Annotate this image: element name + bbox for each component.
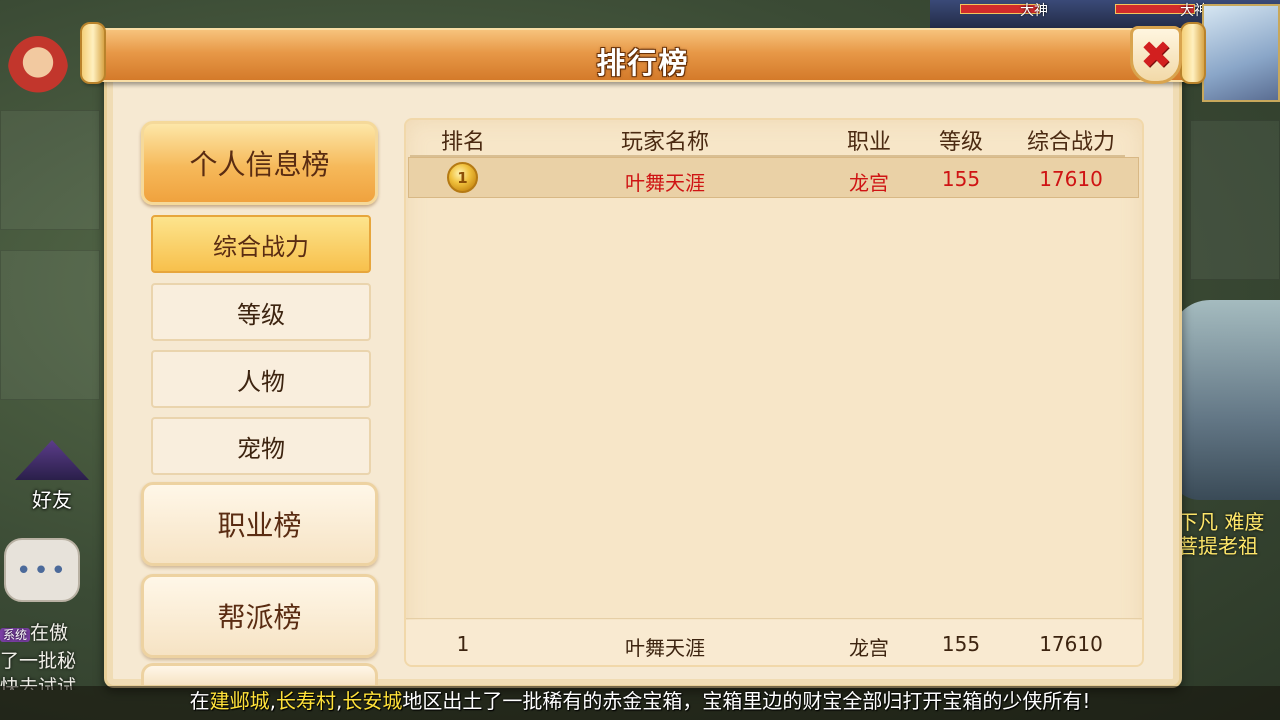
column-header-rank: 排名	[440, 130, 485, 155]
scene-tile	[1190, 120, 1280, 280]
row-profession: 龙宫	[849, 171, 889, 195]
subtab-combat-power[interactable]: 综合战力	[151, 215, 371, 273]
my-profession: 龙宫	[849, 636, 889, 660]
subtab-character[interactable]: 人物	[151, 350, 371, 408]
row-combat-power: 17610	[1039, 167, 1103, 191]
nav-category-guild[interactable]: 帮派榜	[141, 574, 378, 658]
location-link-changshou[interactable]: 长寿村	[276, 689, 336, 713]
my-player-name: 叶舞天涯	[625, 636, 705, 660]
teammate-portrait[interactable]	[1202, 4, 1280, 102]
nav-category-personal[interactable]: 个人信息榜	[141, 121, 378, 205]
caishen-avatar-icon[interactable]	[8, 36, 68, 102]
location-link-jianye[interactable]: 建邺城	[210, 689, 270, 713]
row-level: 155	[941, 167, 981, 191]
chat-line: 在傲	[30, 622, 69, 644]
footer-divider	[406, 618, 1142, 619]
close-button[interactable]: ✖	[1130, 26, 1182, 84]
nav-category-profession[interactable]: 职业榜	[141, 482, 378, 566]
friend-button[interactable]: 好友	[12, 440, 92, 520]
dialog-title-bar: 排行榜	[84, 28, 1202, 82]
friend-label: 好友	[32, 488, 72, 512]
announcement-text: 地区出土了一批稀有的赤金宝箱，宝箱里边的财宝全部归打开宝箱的少侠所有!	[402, 689, 1091, 713]
friend-hat-icon	[15, 440, 89, 480]
column-header-profession: 职业	[846, 130, 891, 155]
system-announcement: 在建邺城,长寿村,长安城地区出土了一批稀有的赤金宝箱，宝箱里边的财宝全部归打开宝…	[0, 686, 1280, 720]
ranking-table-panel[interactable]	[404, 118, 1144, 667]
subtab-level[interactable]: 等级	[151, 283, 371, 341]
gold-medal-icon: 1	[447, 162, 478, 193]
column-header-player-name: 玩家名称	[620, 130, 709, 155]
dialog-title: 排行榜	[596, 46, 690, 80]
title-scroll-cap-left	[80, 22, 106, 84]
system-badge: 系统	[0, 628, 31, 642]
chat-bubble-icon[interactable]	[4, 538, 80, 602]
nav-category-more[interactable]	[141, 663, 378, 685]
title-scroll-cap-right	[1180, 22, 1206, 84]
my-combat-power: 17610	[1039, 632, 1103, 656]
close-icon: ✖	[1140, 33, 1172, 77]
column-header-combat-power: 综合战力	[1026, 130, 1115, 155]
my-rank: 1	[456, 632, 470, 656]
hud-label: 大神	[1020, 3, 1048, 19]
subtab-pet[interactable]: 宠物	[151, 417, 371, 475]
announcement-text: 在	[189, 689, 210, 713]
column-header-level: 等级	[938, 130, 983, 155]
my-level: 155	[941, 632, 981, 656]
row-player-name: 叶舞天涯	[625, 171, 705, 195]
location-link-changan[interactable]: 长安城	[342, 689, 402, 713]
